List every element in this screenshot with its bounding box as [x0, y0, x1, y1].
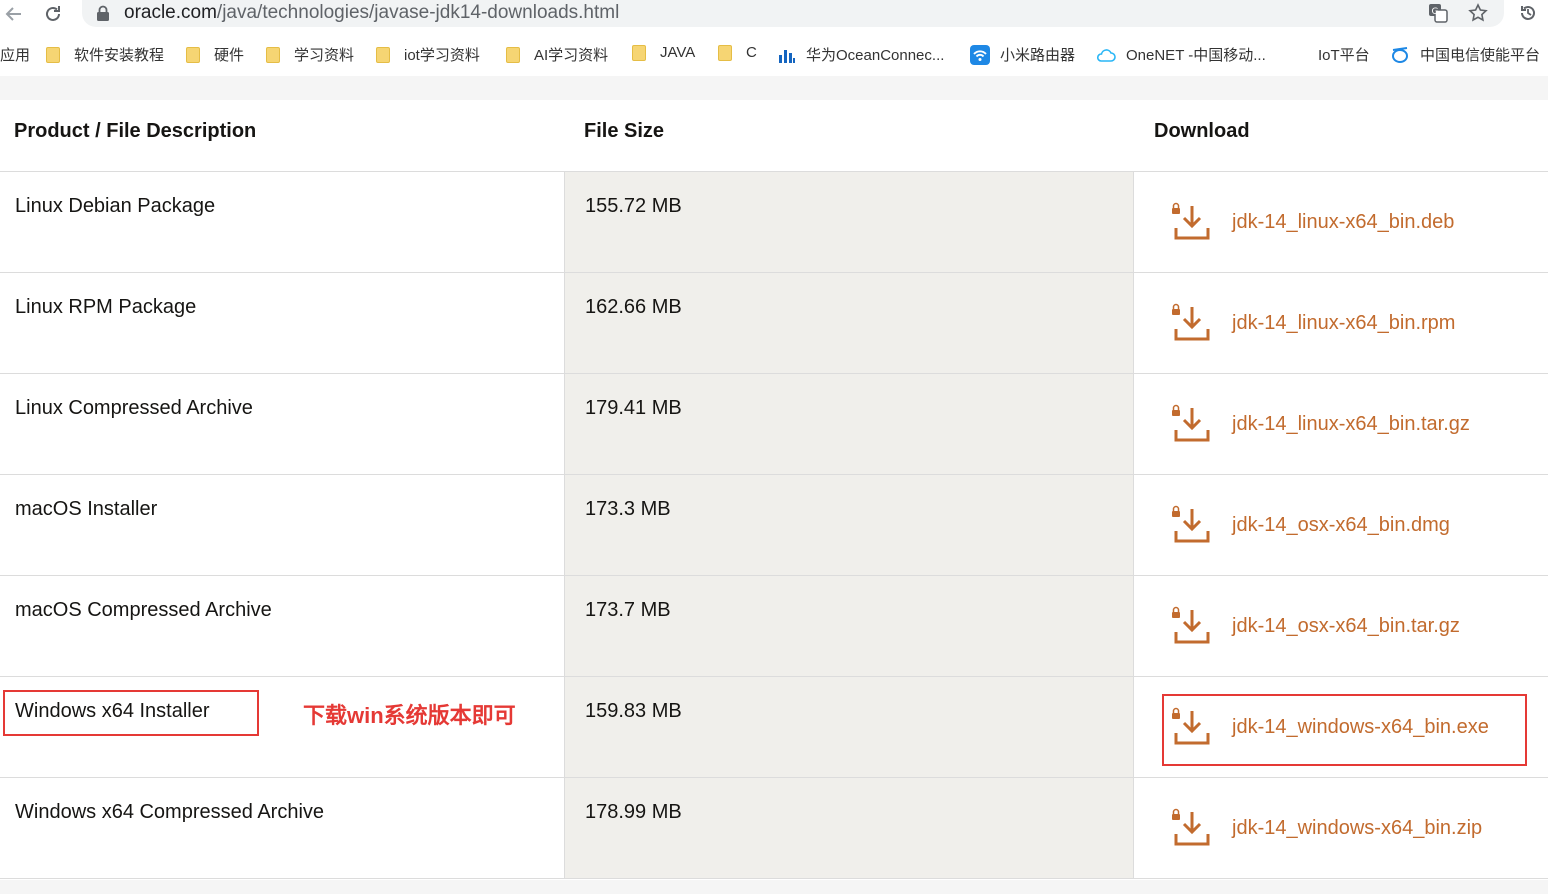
url-text[interactable]: oracle.com/java/technologies/javase-jdk1…	[124, 2, 619, 24]
download-link[interactable]: jdk-14_linux-x64_bin.deb	[1170, 202, 1454, 242]
table-row: Linux Debian Package 155.72 MB jdk-14_li…	[0, 172, 1548, 273]
table-row: Linux Compressed Archive 179.41 MB jdk-1…	[0, 374, 1548, 475]
bookmark-label: AI学习资料	[534, 47, 609, 64]
bookmark-hardware[interactable]: 硬件	[186, 44, 244, 65]
bookmark-label: 硬件	[214, 47, 245, 64]
bookmark-label: IoT平台	[1318, 47, 1370, 64]
lock-icon[interactable]	[92, 2, 114, 24]
page-bottom-band	[0, 880, 1548, 894]
row-file-size: 159.83 MB	[585, 700, 682, 722]
bookmark-label: 软件安装教程	[74, 47, 165, 64]
bookmark-label: 小米路由器	[1000, 47, 1076, 64]
table-row: Linux RPM Package 162.66 MB jdk-14_linux…	[0, 273, 1548, 374]
download-link[interactable]: jdk-14_osx-x64_bin.tar.gz	[1170, 606, 1460, 646]
row-description: macOS Installer	[15, 498, 158, 520]
download-link[interactable]: jdk-14_windows-x64_bin.zip	[1170, 808, 1482, 848]
bookmark-ai-materials[interactable]: AI学习资料	[506, 44, 608, 65]
translate-icon[interactable]: G	[1427, 2, 1449, 24]
highlight-box-windows-exe	[1162, 694, 1527, 766]
table-header: Product / File Description File Size Dow…	[0, 100, 1548, 172]
bookmark-label: C	[746, 44, 757, 61]
reload-icon[interactable]	[42, 3, 64, 25]
bar-chart-icon	[778, 46, 796, 64]
browser-address-bar: oracle.com/java/technologies/javase-jdk1…	[0, 0, 1548, 30]
folder-icon	[46, 46, 60, 63]
folder-icon	[186, 46, 200, 63]
row-file-size: 178.99 MB	[585, 801, 682, 823]
table-row: macOS Installer 173.3 MB jdk-14_osx-x64_…	[0, 475, 1548, 576]
download-lock-icon	[1172, 808, 1210, 846]
bookmark-study-materials[interactable]: 学习资料	[266, 44, 354, 65]
bookmark-onenet[interactable]: OneNET -中国移动...	[1096, 44, 1266, 65]
download-lock-icon	[1172, 303, 1210, 341]
url-host: oracle.com	[124, 2, 217, 23]
header-description: Product / File Description	[14, 120, 257, 142]
download-lock-icon	[1172, 505, 1210, 543]
download-link[interactable]: jdk-14_osx-x64_bin.dmg	[1170, 505, 1450, 545]
bookmark-label: 应用	[0, 47, 31, 64]
bookmark-label: iot学习资料	[404, 47, 480, 64]
back-arrow-icon[interactable]	[3, 3, 25, 25]
row-file-size: 173.3 MB	[585, 498, 671, 520]
bookmark-label: 华为OceanConnec...	[806, 47, 945, 64]
download-link[interactable]: jdk-14_linux-x64_bin.tar.gz	[1170, 404, 1470, 444]
bookmark-label: OneNET -中国移动...	[1126, 47, 1266, 64]
history-icon[interactable]	[1517, 2, 1539, 24]
row-file-size: 155.72 MB	[585, 195, 682, 217]
bookmark-apps[interactable]: 应用	[0, 44, 30, 65]
download-filename: jdk-14_linux-x64_bin.rpm	[1232, 311, 1456, 334]
wifi-icon	[970, 44, 990, 65]
download-filename: jdk-14_linux-x64_bin.tar.gz	[1232, 412, 1470, 435]
row-description: Linux Compressed Archive	[15, 397, 253, 419]
row-description: Linux Debian Package	[15, 195, 216, 217]
row-description: Linux RPM Package	[15, 296, 197, 318]
folder-icon	[506, 46, 520, 63]
page-top-band	[0, 76, 1548, 100]
bookmark-iot-platform[interactable]: IoT平台	[1318, 44, 1370, 65]
url-path: /java/technologies/javase-jdk14-download…	[216, 2, 620, 23]
bookmark-xiaomi-router[interactable]: 小米路由器	[970, 44, 1075, 65]
bookmark-label: JAVA	[660, 44, 696, 61]
row-description: macOS Compressed Archive	[15, 599, 272, 621]
download-filename: jdk-14_osx-x64_bin.dmg	[1232, 513, 1450, 536]
svg-text:G: G	[1432, 7, 1439, 17]
bookmark-software-tutorials[interactable]: 软件安装教程	[46, 44, 164, 65]
header-download: Download	[1154, 120, 1250, 142]
row-file-size: 162.66 MB	[585, 296, 682, 318]
download-lock-icon	[1172, 404, 1210, 442]
download-filename: jdk-14_osx-x64_bin.tar.gz	[1232, 614, 1460, 637]
ring-logo-icon	[1390, 46, 1410, 64]
bookmark-c[interactable]: C	[718, 44, 757, 61]
bookmark-huawei-oceanconnect[interactable]: 华为OceanConnec...	[778, 44, 944, 65]
header-file-size: File Size	[584, 120, 665, 142]
row-description: Windows x64 Compressed Archive	[15, 801, 325, 823]
bookmark-star-icon[interactable]	[1467, 2, 1489, 24]
table-row: macOS Compressed Archive 173.7 MB jdk-14…	[0, 576, 1548, 677]
download-link[interactable]: jdk-14_linux-x64_bin.rpm	[1170, 303, 1455, 343]
bookmarks-bar: 应用 软件安装教程 硬件 学习资料 iot学习资料 AI学习资料 JAVA C …	[0, 38, 1548, 68]
bookmark-iot-materials[interactable]: iot学习资料	[376, 44, 480, 65]
row-file-size: 179.41 MB	[585, 397, 682, 419]
bookmark-label: 中国电信使能平台	[1420, 47, 1541, 64]
download-lock-icon	[1172, 606, 1210, 644]
download-lock-icon	[1172, 202, 1210, 240]
bookmark-java[interactable]: JAVA	[632, 44, 695, 61]
download-filename: jdk-14_linux-x64_bin.deb	[1232, 210, 1455, 233]
highlight-box-windows-installer	[3, 690, 259, 736]
folder-icon	[266, 46, 280, 63]
folder-icon	[376, 46, 390, 63]
bookmark-china-telecom[interactable]: 中国电信使能平台	[1390, 44, 1540, 65]
table-row: Windows x64 Compressed Archive 178.99 MB…	[0, 778, 1548, 879]
folder-icon	[718, 44, 732, 61]
download-filename: jdk-14_windows-x64_bin.zip	[1232, 816, 1483, 839]
cloud-icon	[1096, 47, 1116, 63]
annotation-note: 下载win系统版本即可	[303, 703, 516, 728]
row-file-size: 173.7 MB	[585, 599, 671, 621]
bookmark-label: 学习资料	[294, 47, 355, 64]
folder-icon	[632, 44, 646, 61]
